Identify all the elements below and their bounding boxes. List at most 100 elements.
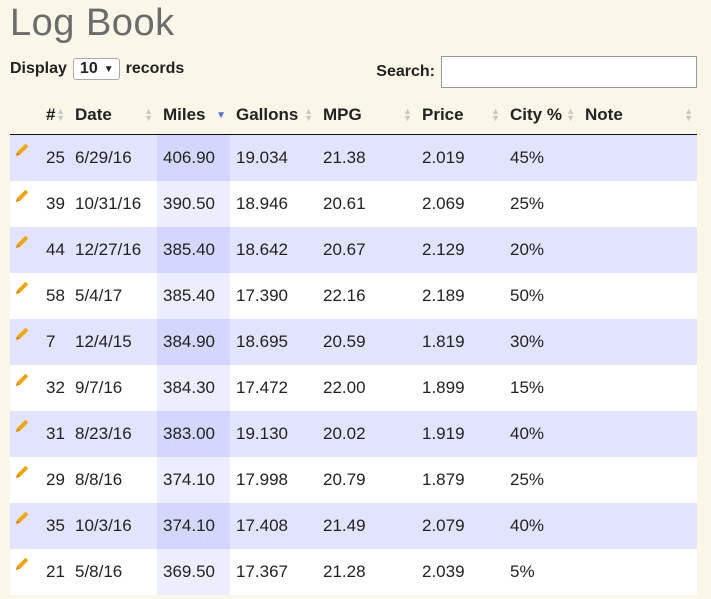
cell-number: 7	[40, 319, 69, 365]
cell-gallons: 17.390	[230, 273, 317, 319]
column-header-label: Miles	[163, 105, 206, 124]
table-row: 39 10/31/16 390.50 18.946 20.61 2.069 25…	[10, 181, 697, 227]
search-label: Search:	[376, 63, 435, 80]
column-header-date[interactable]: Date ▲ ▼	[69, 96, 157, 135]
cell-gallons: 19.034	[230, 134, 317, 181]
cell-mpg: 20.79	[317, 457, 416, 503]
table-header-row: # ▲ ▼ Date ▲ ▼ Miles ▼ Gallons ▲ ▼ MPG ▲ ▼ Price ▲…	[10, 96, 697, 135]
search-input[interactable]	[441, 56, 697, 88]
cell-miles: 390.50	[157, 181, 230, 227]
pencil-icon[interactable]	[14, 142, 30, 158]
pencil-icon[interactable]	[14, 418, 30, 434]
cell-note	[579, 273, 697, 319]
cell-note	[579, 134, 697, 181]
table-row: 44 12/27/16 385.40 18.642 20.67 2.129 20…	[10, 227, 697, 273]
column-header-label: Price	[422, 105, 464, 124]
cell-city-percent: 15%	[504, 365, 579, 411]
table-row: 7 12/4/15 384.90 18.695 20.59 1.819 30%	[10, 319, 697, 365]
sort-arrows-icon: ▲ ▼	[56, 106, 65, 123]
cell-city-percent: 40%	[504, 503, 579, 549]
column-header-label: Date	[75, 105, 112, 124]
cell-date: 5/4/17	[69, 273, 157, 319]
records-per-page-select[interactable]: 10 ▼	[72, 58, 120, 80]
cell-number: 35	[40, 503, 69, 549]
column-header-number[interactable]: # ▲ ▼	[40, 96, 69, 135]
cell-mpg: 21.49	[317, 503, 416, 549]
column-header-edit	[10, 96, 40, 135]
cell-gallons: 17.367	[230, 549, 317, 595]
cell-mpg: 20.61	[317, 181, 416, 227]
cell-gallons: 17.998	[230, 457, 317, 503]
log-table: # ▲ ▼ Date ▲ ▼ Miles ▼ Gallons ▲ ▼ MPG ▲ ▼ Price ▲…	[10, 96, 697, 595]
cell-note	[579, 365, 697, 411]
table-row: 31 8/23/16 383.00 19.130 20.02 1.919 40%	[10, 411, 697, 457]
cell-price: 2.039	[416, 549, 504, 595]
pencil-icon[interactable]	[14, 510, 30, 526]
pencil-icon[interactable]	[14, 280, 30, 296]
cell-miles: 384.30	[157, 365, 230, 411]
column-header-label: Note	[585, 105, 623, 124]
table-row: 32 9/7/16 384.30 17.472 22.00 1.899 15%	[10, 365, 697, 411]
cell-number: 44	[40, 227, 69, 273]
cell-note	[579, 227, 697, 273]
cell-number: 39	[40, 181, 69, 227]
pencil-icon[interactable]	[14, 234, 30, 250]
cell-miles: 383.00	[157, 411, 230, 457]
column-header-label: Gallons	[236, 105, 299, 124]
cell-note	[579, 457, 697, 503]
column-header-city-percent[interactable]: City % ▲ ▼	[504, 96, 579, 135]
cell-gallons: 19.130	[230, 411, 317, 457]
sort-arrows-icon: ▲ ▼	[491, 106, 500, 123]
cell-price: 2.019	[416, 134, 504, 181]
sort-arrows-icon: ▲ ▼	[403, 106, 412, 123]
cell-gallons: 18.642	[230, 227, 317, 273]
cell-city-percent: 45%	[504, 134, 579, 181]
cell-note	[579, 503, 697, 549]
pencil-icon[interactable]	[14, 372, 30, 388]
cell-number: 31	[40, 411, 69, 457]
cell-price: 2.129	[416, 227, 504, 273]
column-header-price[interactable]: Price ▲ ▼	[416, 96, 504, 135]
cell-gallons: 17.408	[230, 503, 317, 549]
cell-miles: 374.10	[157, 457, 230, 503]
length-prefix-label: Display	[10, 60, 67, 77]
sort-descending-icon: ▼	[216, 110, 226, 121]
column-header-gallons[interactable]: Gallons ▲ ▼	[230, 96, 317, 135]
cell-city-percent: 50%	[504, 273, 579, 319]
cell-price: 1.879	[416, 457, 504, 503]
cell-mpg: 20.02	[317, 411, 416, 457]
cell-gallons: 17.472	[230, 365, 317, 411]
table-row: 25 6/29/16 406.90 19.034 21.38 2.019 45%	[10, 134, 697, 181]
pencil-icon[interactable]	[14, 464, 30, 480]
pencil-icon[interactable]	[14, 556, 30, 572]
cell-number: 29	[40, 457, 69, 503]
cell-gallons: 18.946	[230, 181, 317, 227]
cell-price: 1.899	[416, 365, 504, 411]
column-header-note[interactable]: Note ▲ ▼	[579, 96, 697, 135]
column-header-label: MPG	[323, 105, 362, 124]
sort-arrows-icon: ▲ ▼	[566, 106, 575, 123]
table-body: 25 6/29/16 406.90 19.034 21.38 2.019 45%…	[10, 134, 697, 595]
column-header-mpg[interactable]: MPG ▲ ▼	[317, 96, 416, 135]
column-header-label: City %	[510, 105, 562, 124]
cell-mpg: 20.59	[317, 319, 416, 365]
cell-miles: 385.40	[157, 273, 230, 319]
cell-miles: 384.90	[157, 319, 230, 365]
cell-date: 8/8/16	[69, 457, 157, 503]
cell-city-percent: 20%	[504, 227, 579, 273]
cell-date: 12/4/15	[69, 319, 157, 365]
column-header-miles[interactable]: Miles ▼	[157, 96, 230, 135]
cell-mpg: 22.16	[317, 273, 416, 319]
pencil-icon[interactable]	[14, 188, 30, 204]
cell-date: 9/7/16	[69, 365, 157, 411]
pencil-icon[interactable]	[14, 326, 30, 342]
cell-city-percent: 25%	[504, 457, 579, 503]
cell-number: 32	[40, 365, 69, 411]
cell-date: 10/31/16	[69, 181, 157, 227]
cell-price: 2.079	[416, 503, 504, 549]
search-control: Search:	[376, 56, 697, 88]
cell-date: 10/3/16	[69, 503, 157, 549]
cell-price: 2.189	[416, 273, 504, 319]
cell-number: 25	[40, 134, 69, 181]
cell-date: 5/8/16	[69, 549, 157, 595]
